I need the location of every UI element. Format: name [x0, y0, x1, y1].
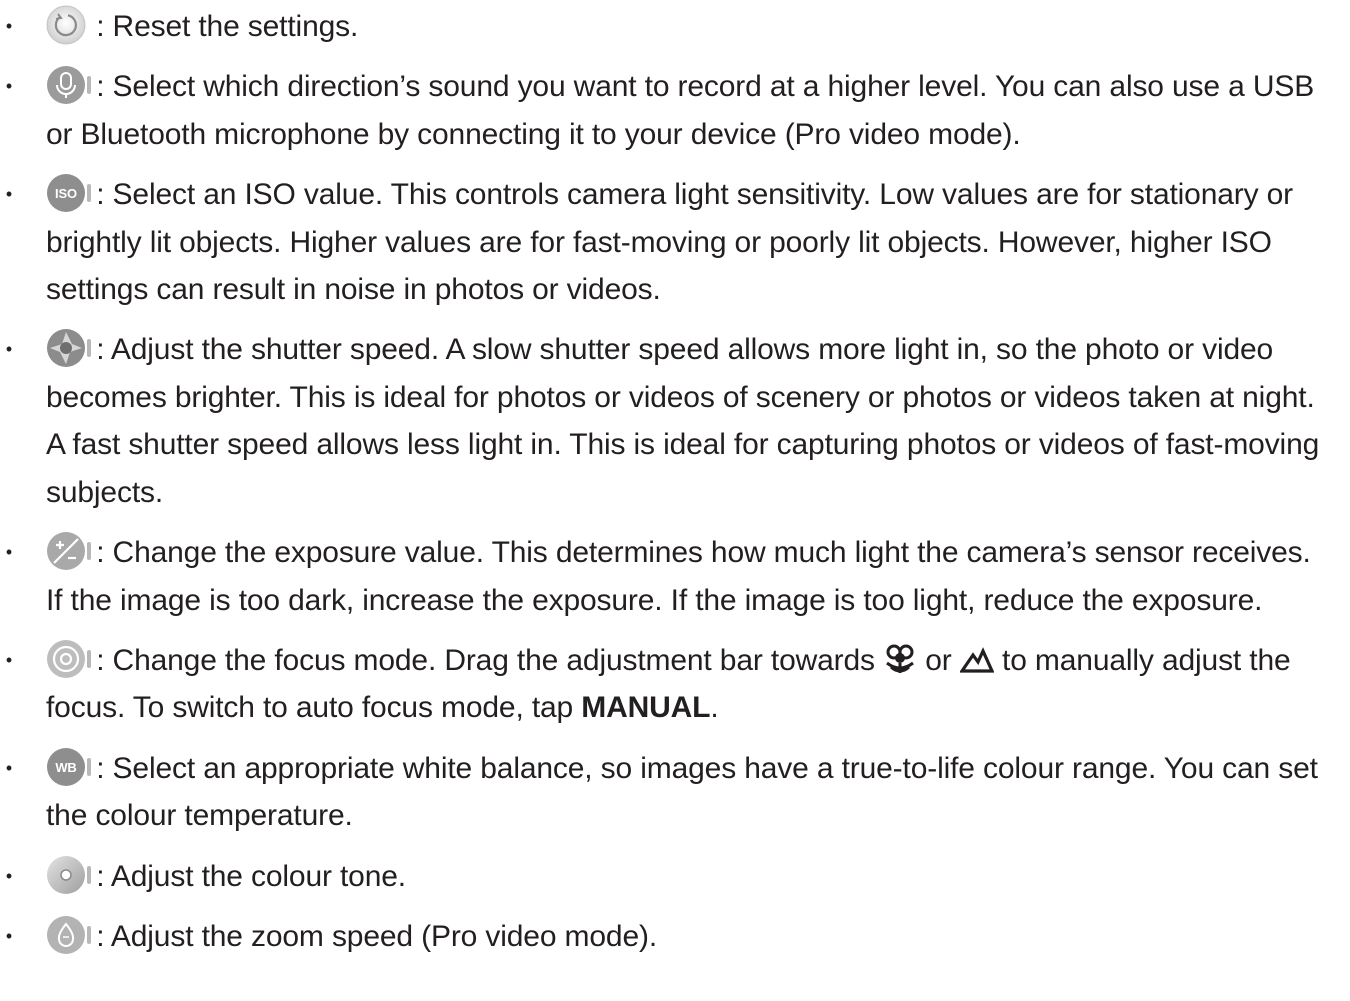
- bullet: •: [5, 925, 13, 946]
- item-text-b: or: [917, 643, 960, 677]
- item-text: : Select which direction’s sound you wan…: [46, 70, 1315, 151]
- list-item-focus: • : Change the focus mode. Drag the adju…: [0, 637, 1330, 732]
- microphone-icon: [46, 65, 91, 105]
- exposure-icon: [46, 531, 91, 571]
- item-text: : Adjust the colour tone.: [96, 859, 406, 893]
- item-text: : Reset the settings.: [96, 10, 359, 43]
- zoom-speed-icon: [46, 915, 91, 955]
- bullet: •: [5, 649, 13, 670]
- item-text: : Change the exposure value. This determ…: [46, 536, 1311, 617]
- list-item-colour-tone: • : Adjust the colour tone.: [0, 853, 1330, 901]
- item-text: : Select an appropriate white balance, s…: [46, 751, 1318, 833]
- item-text-a: : Change the focus mode. Drag the adjust…: [96, 643, 884, 677]
- item-text-d: .: [710, 691, 719, 725]
- list-item-zoom-speed: • : Adjust the zoom speed (Pro video mod…: [0, 913, 1330, 961]
- item-text: : Adjust the shutter speed. A slow shutt…: [46, 333, 1320, 509]
- list-item-exposure: • : Change the exposure value. This dete…: [0, 529, 1330, 624]
- list-item-shutter-speed: • : Adjust the shutter speed. A slow shu…: [0, 326, 1330, 516]
- item-text: : Select an ISO value. This controls cam…: [46, 178, 1294, 307]
- list-item-reset: • : Reset the settings.: [0, 3, 1330, 51]
- settings-list: • : Reset the settings. •: Select which…: [0, 0, 1350, 960]
- bullet: •: [5, 339, 13, 360]
- list-item-white-balance: • WB : Select an appropriate white balan…: [0, 745, 1330, 840]
- reset-icon: [46, 5, 86, 45]
- document-page: • : Reset the settings. •: Select which…: [0, 0, 1350, 1001]
- bullet: •: [5, 542, 13, 563]
- bullet: •: [5, 76, 13, 97]
- focus-icon: [46, 639, 91, 679]
- item-text: : Adjust the zoom speed (Pro video mode)…: [96, 919, 658, 953]
- list-item-iso: • ISO : Select an ISO value. This contro…: [0, 171, 1330, 314]
- bullet: •: [5, 757, 13, 778]
- macro-flower-icon: [883, 641, 917, 675]
- bullet: •: [5, 16, 13, 36]
- wb-icon-label: WB: [55, 760, 76, 775]
- bullet: •: [5, 865, 13, 886]
- iso-icon-label: ISO: [55, 186, 77, 201]
- mountain-icon: [958, 641, 995, 675]
- bullet: •: [5, 184, 13, 205]
- list-item-microphone: • : Select which direction’s sound you w…: [0, 63, 1330, 158]
- colour-tone-icon: [46, 855, 91, 895]
- manual-keyword: MANUAL: [581, 691, 711, 725]
- white-balance-icon: WB: [46, 747, 91, 787]
- shutter-speed-icon: [46, 328, 91, 368]
- iso-icon: ISO: [46, 173, 91, 213]
